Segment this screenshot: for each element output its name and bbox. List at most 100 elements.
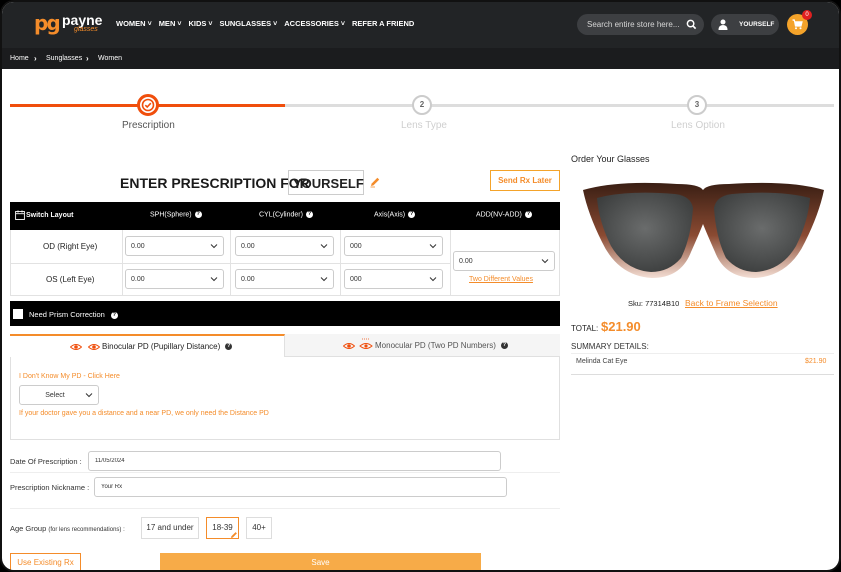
col-divider: [340, 230, 341, 296]
eye-icon: [70, 344, 82, 350]
nav-item-men[interactable]: MEN ˅: [159, 19, 182, 28]
step-1-label: Prescription: [122, 120, 175, 131]
step-2-circle[interactable]: 2: [412, 95, 432, 115]
order-title: Order Your Glasses: [571, 154, 650, 164]
od-sph-select[interactable]: 0.00: [125, 236, 224, 256]
row-divider: [10, 295, 560, 296]
nickname-input[interactable]: [94, 477, 507, 497]
pencil-selected-icon: [231, 532, 237, 538]
os-cyl-select[interactable]: 0.00: [235, 269, 334, 289]
os-axis-select[interactable]: 000: [344, 269, 443, 289]
col-divider: [230, 230, 231, 296]
account-button[interactable]: YOURSELF: [711, 14, 779, 35]
divider: [10, 508, 560, 509]
nav-item-kids[interactable]: KIDS ˅: [188, 19, 212, 28]
chevron-down-icon: ˅: [147, 21, 152, 28]
age-option-40-plus[interactable]: 40+: [246, 517, 272, 539]
calendar-icon: [15, 210, 25, 220]
search-icon[interactable]: [686, 19, 697, 30]
total-value: $21.90: [601, 319, 641, 334]
chevron-down-icon: [320, 277, 328, 282]
two-different-values-link[interactable]: Two Different Values: [469, 276, 533, 283]
age-option-17-under[interactable]: 17 and under: [141, 517, 199, 539]
nav-item-sunglasses[interactable]: SUNGLASSES ˅: [219, 19, 277, 28]
pd-select[interactable]: Select: [19, 385, 99, 405]
tab-binocular-label: Binocular PD (Pupillary Distance)?: [102, 342, 233, 351]
progress-track-pending: [285, 104, 834, 107]
prism-checkbox[interactable]: [13, 309, 23, 319]
summary-item-price: $21.90: [805, 358, 827, 365]
od-label: OD (Right Eye): [43, 242, 98, 251]
help-icon: ?: [500, 342, 508, 350]
help-icon: ?: [110, 311, 118, 319]
col-divider: [122, 230, 123, 296]
app-frame: pg payne glasses WOMEN ˅ MEN ˅ KIDS ˅ SUNGLASS…: [0, 0, 841, 572]
use-existing-rx-button[interactable]: Use Existing Rx: [10, 553, 81, 570]
send-rx-later-button[interactable]: Send Rx Later: [490, 170, 560, 191]
total-label: TOTAL:: [571, 324, 599, 333]
nav-item-women[interactable]: WOMEN ˅: [116, 19, 152, 28]
switch-layout-button[interactable]: Switch Layout: [26, 212, 73, 219]
eye-measure-icon: [359, 338, 373, 349]
breadcrumb-sunglasses[interactable]: Sunglasses: [46, 55, 82, 62]
age-group-label: Age Group (for lens recommendations) :: [10, 524, 125, 533]
step-1-circle[interactable]: [137, 94, 159, 116]
summary-label: SUMMARY DETAILS:: [571, 342, 649, 351]
prism-label: Need Prism Correction?: [29, 310, 118, 319]
chevron-down-icon: [429, 277, 437, 282]
chevron-down-icon: [320, 244, 328, 249]
date-label: Date Of Prescription :: [10, 457, 82, 466]
nav-item-refer-a-friend[interactable]: REFER A FRIEND: [352, 19, 414, 28]
od-cyl-select[interactable]: 0.00: [235, 236, 334, 256]
step-3-label: Lens Option: [671, 120, 725, 131]
user-icon: [718, 19, 728, 30]
od-axis-select[interactable]: 000: [344, 236, 443, 256]
chevron-down-icon: [210, 277, 218, 282]
help-icon: ?: [524, 211, 532, 218]
site-logo[interactable]: pg payne glasses: [34, 11, 106, 37]
step-3-circle[interactable]: 3: [687, 95, 707, 115]
add-header: ADD(NV-ADD)?: [476, 211, 532, 219]
breadcrumb-women: Women: [98, 55, 122, 62]
cyl-header: CYL(Cylinder)?: [259, 211, 313, 219]
nav-item-accessories[interactable]: ACCESSORIES ˅: [284, 19, 345, 28]
help-icon: ?: [305, 211, 313, 218]
chevron-down-icon: ˅: [340, 21, 345, 28]
cart-icon: [792, 19, 803, 30]
axis-header: Axis(Axis)?: [374, 211, 416, 219]
pd-note: If your doctor gave you a distance and a…: [19, 410, 269, 417]
search-input[interactable]: [587, 18, 683, 31]
chevron-down-icon: ˅: [273, 21, 278, 28]
pencil-edit-icon[interactable]: [369, 176, 381, 188]
account-label: YOURSELF: [739, 21, 775, 28]
sph-header: SPH(Sphere)?: [150, 211, 202, 219]
nickname-label: Prescription Nickname :: [10, 483, 90, 492]
prescription-for-name[interactable]: YOURSELF: [288, 170, 364, 195]
breadcrumb-home[interactable]: Home: [10, 55, 29, 62]
eye-icon: [343, 343, 355, 349]
search-box: [577, 14, 704, 35]
help-icon: ?: [408, 211, 416, 218]
back-to-frame-link[interactable]: Back to Frame Selection: [685, 298, 778, 308]
chevron-right-icon: ›: [34, 54, 37, 63]
save-button[interactable]: Save: [160, 553, 481, 570]
sku-label: Sku: 77314B10: [628, 299, 680, 308]
chevron-down-icon: [429, 244, 437, 249]
divider: [10, 472, 560, 473]
tab-monocular-label: Monocular PD (Two PD Numbers)?: [375, 341, 508, 350]
os-sph-select[interactable]: 0.00: [125, 269, 224, 289]
main-nav: WOMEN ˅ MEN ˅ KIDS ˅ SUNGLASSES ˅ ACCESSORIES ˅ RE…: [116, 19, 414, 28]
col-divider: [10, 230, 11, 296]
date-input[interactable]: [88, 451, 501, 471]
chevron-down-icon: [541, 259, 549, 264]
prescription-title: ENTER PRESCRIPTION FOR: [120, 175, 310, 191]
chevron-down-icon: ˅: [177, 21, 182, 28]
logo-mark: pg: [34, 11, 61, 35]
add-select[interactable]: 0.00: [453, 251, 555, 271]
summary-item-name: Melinda Cat Eye: [576, 358, 628, 365]
col-divider: [450, 230, 451, 296]
logo-subtitle: glasses: [74, 26, 98, 33]
help-icon: ?: [194, 211, 202, 218]
dont-know-pd-link[interactable]: I Don't Know My PD - Click Here: [19, 373, 120, 380]
chevron-right-icon: ›: [86, 54, 89, 63]
